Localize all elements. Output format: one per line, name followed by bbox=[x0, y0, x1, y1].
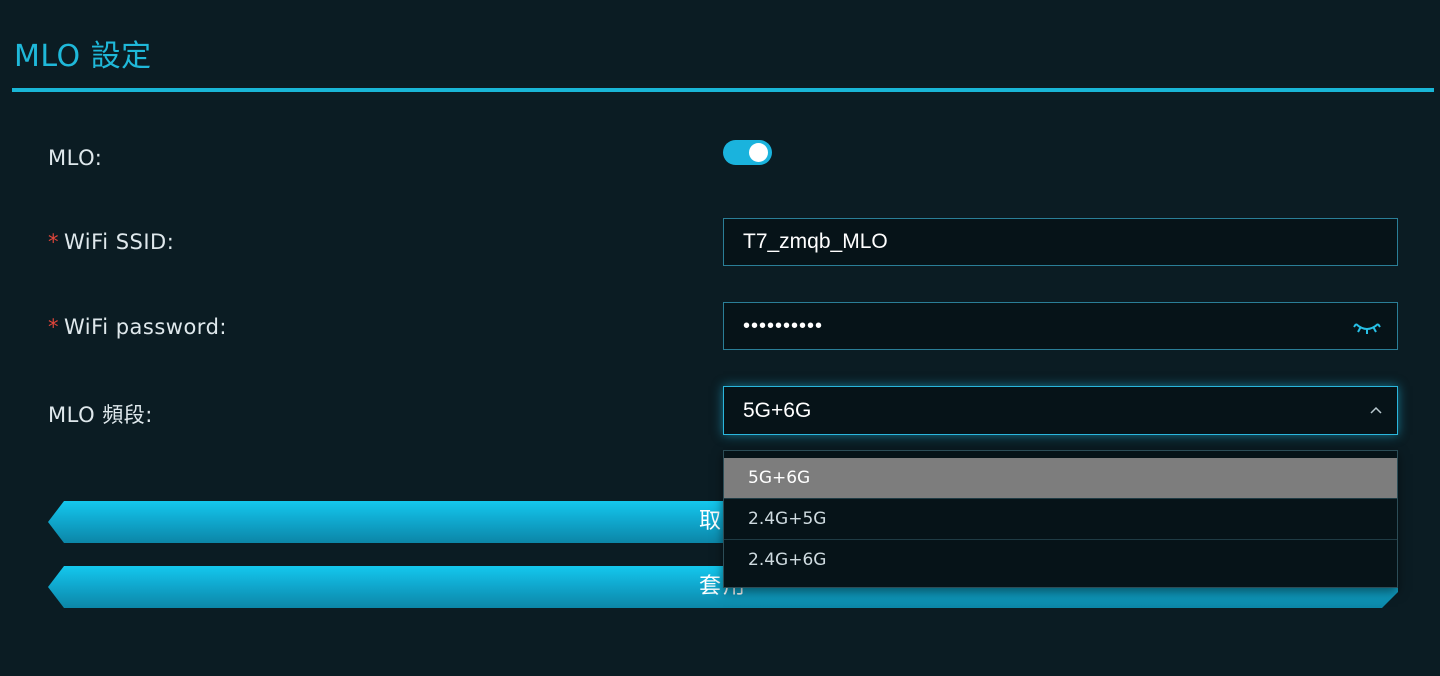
ssid-label-row: * WiFi SSID: bbox=[48, 230, 174, 254]
mlo-settings-page: MLO 設定 MLO: *WiFi SSID: *WiFi password: … bbox=[0, 0, 1440, 676]
band-select[interactable]: 5G+6G bbox=[723, 386, 1398, 435]
required-mark: * bbox=[48, 230, 59, 254]
required-mark: * bbox=[48, 315, 59, 339]
mlo-label: MLO: bbox=[48, 146, 103, 170]
band-dropdown-menu: 5G+6G 2.4G+5G 2.4G+6G bbox=[723, 450, 1398, 588]
page-title: MLO 設定 bbox=[14, 39, 152, 74]
band-option[interactable]: 2.4G+5G bbox=[724, 499, 1397, 540]
ssid-field bbox=[723, 218, 1398, 266]
band-selected-value: 5G+6G bbox=[743, 399, 812, 422]
ssid-label: WiFi SSID: bbox=[64, 230, 175, 254]
page-header: MLO 設定 bbox=[12, 26, 1434, 92]
band-option[interactable]: 5G+6G bbox=[724, 458, 1397, 499]
password-label-row: * WiFi password: bbox=[48, 315, 227, 339]
chevron-up-icon bbox=[1370, 406, 1382, 414]
password-label: WiFi password: bbox=[64, 315, 227, 339]
mlo-toggle[interactable] bbox=[723, 140, 772, 165]
toggle-knob bbox=[749, 143, 768, 162]
band-label: MLO 頻段: bbox=[48, 403, 153, 427]
band-option[interactable]: 2.4G+6G bbox=[724, 540, 1397, 581]
password-field bbox=[723, 302, 1398, 350]
password-input[interactable] bbox=[724, 303, 1397, 349]
eye-closed-icon[interactable] bbox=[1353, 317, 1381, 337]
ssid-input[interactable] bbox=[724, 219, 1397, 265]
